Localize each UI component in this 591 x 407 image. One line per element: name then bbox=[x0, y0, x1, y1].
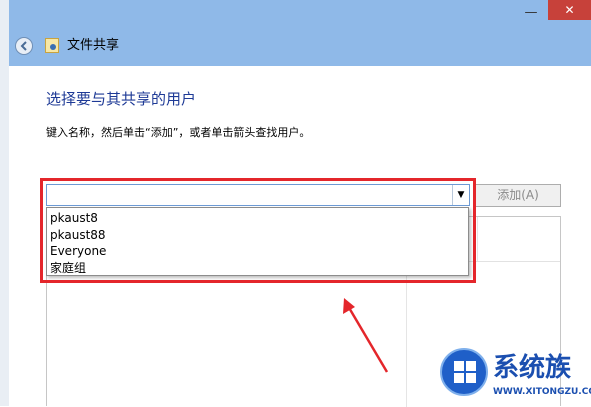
annotation-highlight-box bbox=[40, 178, 476, 283]
column-divider bbox=[477, 217, 478, 261]
file-sharing-icon bbox=[45, 38, 59, 53]
window-title: 文件共享 bbox=[67, 38, 120, 53]
back-arrow-glyph bbox=[20, 41, 27, 51]
add-button[interactable]: 添加(A) bbox=[475, 184, 561, 207]
windows-flag-icon bbox=[454, 361, 476, 383]
page-heading: 选择要与其共享的用户 bbox=[46, 90, 197, 108]
minimize-button[interactable]: — bbox=[521, 4, 541, 22]
watermark-brand: 系统族 bbox=[493, 353, 572, 383]
windows-logo-icon bbox=[440, 348, 488, 396]
navigation-bar: 文件共享 bbox=[9, 26, 591, 66]
back-arrow-icon[interactable] bbox=[15, 37, 33, 55]
instruction-text: 键入名称，然后单击“添加”，或者单击箭头查找用户。 bbox=[46, 126, 311, 139]
background-window-edge bbox=[0, 0, 9, 406]
title-bar bbox=[9, 0, 591, 26]
watermark: 系统族 WWW.XITONGZU.COM bbox=[440, 348, 591, 406]
close-button[interactable]: ✕ bbox=[548, 0, 591, 20]
watermark-url: WWW.XITONGZU.COM bbox=[493, 387, 591, 397]
